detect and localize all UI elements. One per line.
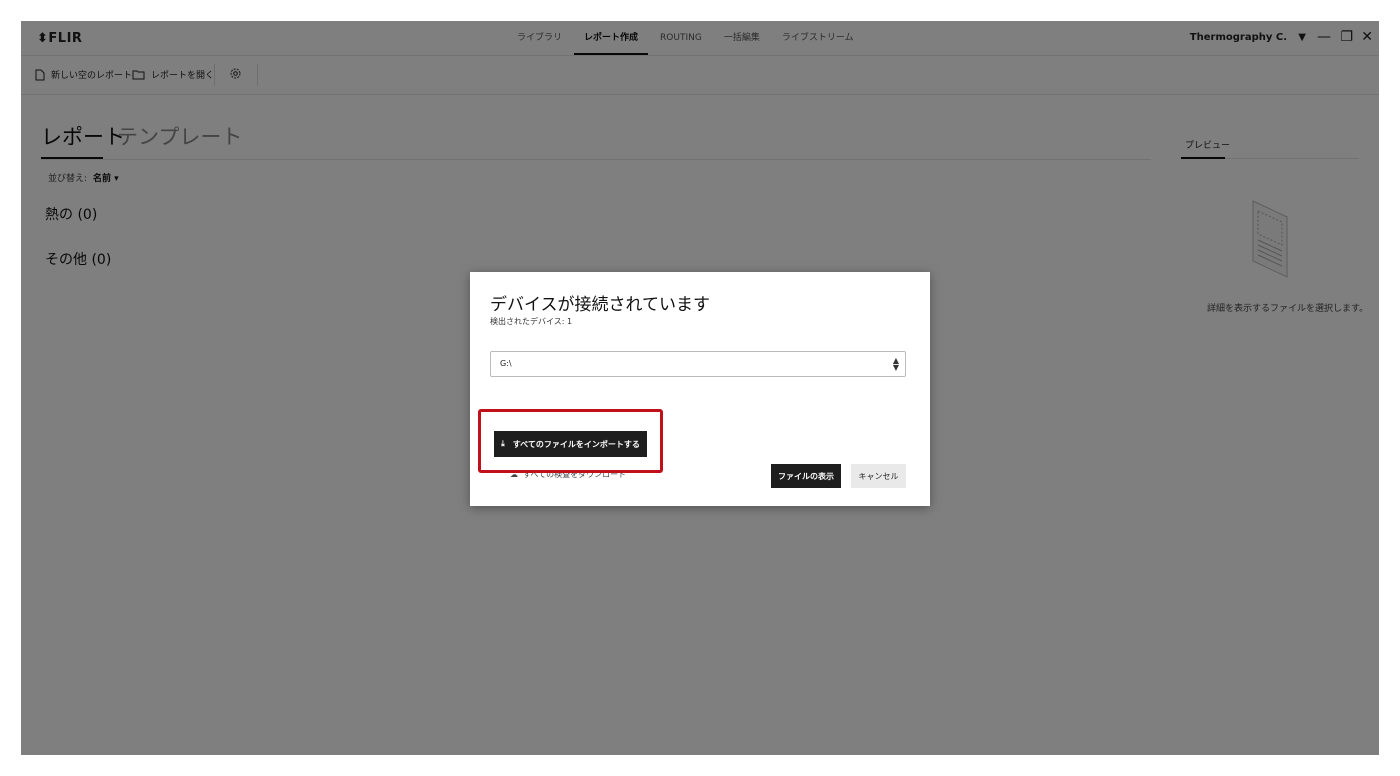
app-window: ⬍FLIR ライブラリ レポート作成 ROUTING 一括編集 ライブストリーム… <box>21 21 1379 755</box>
device-select[interactable]: G:\ ▲ ▼ <box>490 351 906 377</box>
highlight-annotation-box <box>478 409 663 473</box>
cancel-button[interactable]: キャンセル <box>851 464 906 488</box>
dialog-subtitle: 検出されたデバイス: 1 <box>490 317 573 326</box>
show-files-button[interactable]: ファイルの表示 <box>771 464 841 488</box>
device-select-value: G:\ <box>500 359 512 368</box>
dialog-title: デバイスが接続されています <box>490 295 710 315</box>
select-arrows-icon: ▲ ▼ <box>892 356 899 372</box>
